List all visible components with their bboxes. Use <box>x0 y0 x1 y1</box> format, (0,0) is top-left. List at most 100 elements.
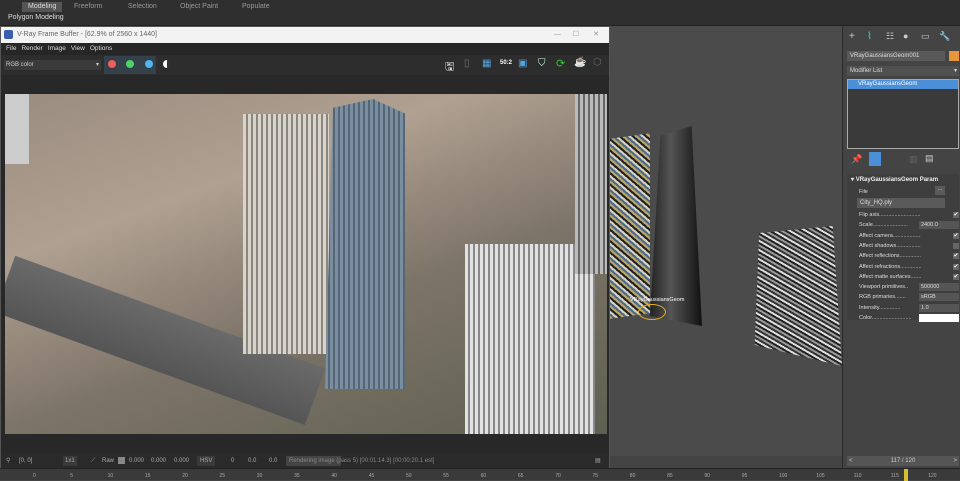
ribbon-tab-selection[interactable]: Selection <box>122 2 163 12</box>
pixel-picker-icon[interactable]: ⚲ <box>6 453 10 469</box>
menu-image[interactable]: Image <box>48 45 66 52</box>
param-checkbox[interactable]: ✔ <box>953 263 959 270</box>
param-checkbox[interactable]: ✔ <box>953 273 959 280</box>
param-checkbox[interactable]: ✔ <box>953 232 959 239</box>
gizmo-icon[interactable] <box>638 304 666 320</box>
ribbon-tab-freeform[interactable]: Freeform <box>68 2 108 12</box>
compare-icon[interactable]: 50:2 <box>500 60 512 66</box>
object-color-swatch[interactable] <box>949 51 959 61</box>
param-row: Affect refractions.............. ✔ <box>859 262 959 272</box>
timeline-tick-label: 10 <box>107 473 114 479</box>
red-channel-button[interactable] <box>108 60 116 68</box>
browse-file-button[interactable]: ... <box>935 186 945 195</box>
save-icon[interactable]: 🖫 <box>445 58 454 77</box>
configure-modifier-icon[interactable]: ▤ <box>925 153 934 164</box>
hierarchy-tab-icon[interactable]: ☷ <box>886 31 894 42</box>
color-swatch[interactable] <box>919 314 959 322</box>
param-label: Affect shadows.................. <box>859 242 921 249</box>
vray-frame-buffer-window: V-Ray Frame Buffer - [62.9% of 2560 x 14… <box>0 26 610 470</box>
frame-slider[interactable]: <117 / 120 > <box>847 456 959 466</box>
menu-file[interactable]: File <box>6 45 16 52</box>
param-checkbox[interactable]: ✔ <box>953 212 959 218</box>
rendered-image[interactable] <box>5 94 607 434</box>
timeline-tick-label: 95 <box>741 473 748 479</box>
saturation-value: 0.0 <box>248 458 257 464</box>
close-icon[interactable]: ✕ <box>593 27 599 43</box>
color-picker-icon[interactable]: ⟋ <box>91 453 95 469</box>
ribbon-tab-populate[interactable]: Populate <box>236 2 276 12</box>
shield-icon[interactable]: ⛉ <box>538 58 546 69</box>
menu-view[interactable]: View <box>71 45 85 52</box>
pin-stack-icon[interactable]: 📌 <box>851 154 862 165</box>
param-row: Affect shadows.................. <box>859 241 959 251</box>
green-channel-button[interactable] <box>126 60 134 68</box>
time-slider-handle[interactable] <box>903 469 908 481</box>
next-frame-icon[interactable]: > <box>953 456 957 466</box>
zoom-select[interactable]: 1x1 <box>63 456 77 466</box>
param-row: Intensity.............. 1.0 <box>859 303 959 313</box>
panel-toggle-icon[interactable]: ▤ <box>595 453 601 469</box>
viewport[interactable]: VRayGaussiansGeom <box>610 26 842 456</box>
ribbon-subtitle: Polygon Modeling <box>8 14 64 21</box>
param-value[interactable]: 500000 <box>919 283 959 292</box>
param-value[interactable]: 2400.0 <box>919 221 959 230</box>
hue-value: 0 <box>231 458 235 464</box>
refresh-icon[interactable]: ⟳ <box>556 57 565 70</box>
timeline-ruler[interactable]: 0 5 10 15 20 25 30 35 40 45 50 55 60 65 70 75 80 85 90 95 10… <box>0 468 960 481</box>
rollout-title[interactable]: ▾ VRayGaussiansGeom Param <box>847 174 959 185</box>
param-value[interactable]: 1.0 <box>919 303 959 312</box>
channel-select[interactable]: RGB color ▾ <box>4 60 101 70</box>
colorspace-select[interactable]: HSV <box>197 456 216 466</box>
param-checkbox[interactable]: ✔ <box>953 253 959 260</box>
param-value[interactable]: sRGB <box>919 293 959 302</box>
timeline-tick-label: 85 <box>667 473 673 479</box>
minimize-icon[interactable]: — <box>554 27 561 43</box>
vray-logo-icon <box>4 30 13 39</box>
param-row: Affect camera................... ✔ <box>859 231 959 241</box>
timeline-tick-label: 115 <box>890 473 899 479</box>
document-icon[interactable]: ▯ <box>464 58 470 69</box>
modifier-list-label: Modifier List <box>850 68 883 74</box>
param-label: Intensity.............. <box>859 304 901 311</box>
channel-value: RGB color <box>6 62 34 68</box>
utilities-tab-icon[interactable]: 🔧 <box>939 31 950 42</box>
vfb-title-bar[interactable]: V-Ray Frame Buffer - [62.9% of 2560 x 14… <box>1 27 609 43</box>
alpha-channel-button[interactable] <box>163 60 171 68</box>
display-icon[interactable]: ▣ <box>518 58 527 69</box>
menu-render[interactable]: Render <box>21 45 42 52</box>
menu-options[interactable]: Options <box>90 45 112 52</box>
param-row: Affect matte surfaces........... ✔ <box>859 272 959 282</box>
display-tab-icon[interactable]: ▭ <box>921 31 930 42</box>
chevron-down-icon: ▾ <box>953 68 957 74</box>
param-label: Viewport primitives.. <box>859 284 909 291</box>
previous-frame-icon[interactable]: < <box>849 456 853 466</box>
modifier-stack-item[interactable]: VRayGaussiansGeom <box>848 80 958 89</box>
timeline-tick-label: 35 <box>294 473 300 479</box>
timeline-tick-label: 40 <box>331 473 337 479</box>
modifier-list-dropdown[interactable]: Modifier List ▾ <box>847 66 959 76</box>
ribbon-tab-object-paint[interactable]: Object Paint <box>174 2 224 12</box>
create-tab-icon[interactable]: + <box>849 31 855 42</box>
param-label: Affect matte surfaces........... <box>859 273 921 280</box>
object-name-field[interactable]: VRayGaussiansGeom001 <box>847 51 945 61</box>
rollout-title-text: VRayGaussiansGeom Param <box>855 177 939 183</box>
tower-object[interactable] <box>650 126 702 326</box>
region-select-icon[interactable]: ▦ <box>482 58 491 69</box>
ribbon-tab-modeling[interactable]: Modeling <box>22 2 63 12</box>
file-path-field[interactable]: City_HQ.ply <box>857 198 945 208</box>
timeline-tick-label: 90 <box>704 473 710 479</box>
param-label: Scale....................... <box>859 222 908 229</box>
blue-channel-button[interactable] <box>145 60 153 68</box>
render-teapot-icon[interactable]: ☕ <box>574 57 586 68</box>
param-checkbox[interactable] <box>953 242 959 249</box>
glass-tower <box>325 99 405 389</box>
maximize-icon[interactable]: ☐ <box>573 27 579 43</box>
show-end-result-icon[interactable] <box>869 152 881 166</box>
remove-modifier-icon[interactable]: ▥ <box>909 154 918 165</box>
gaussian-splat-object[interactable] <box>610 133 650 319</box>
timeline-tick-label: 80 <box>629 473 636 479</box>
stop-render-icon[interactable]: ⬡ <box>593 57 602 68</box>
motion-tab-icon[interactable]: ● <box>903 31 908 41</box>
gaussian-splat-object[interactable] <box>754 226 842 366</box>
modify-tab-icon[interactable]: ⌇ <box>867 31 872 42</box>
